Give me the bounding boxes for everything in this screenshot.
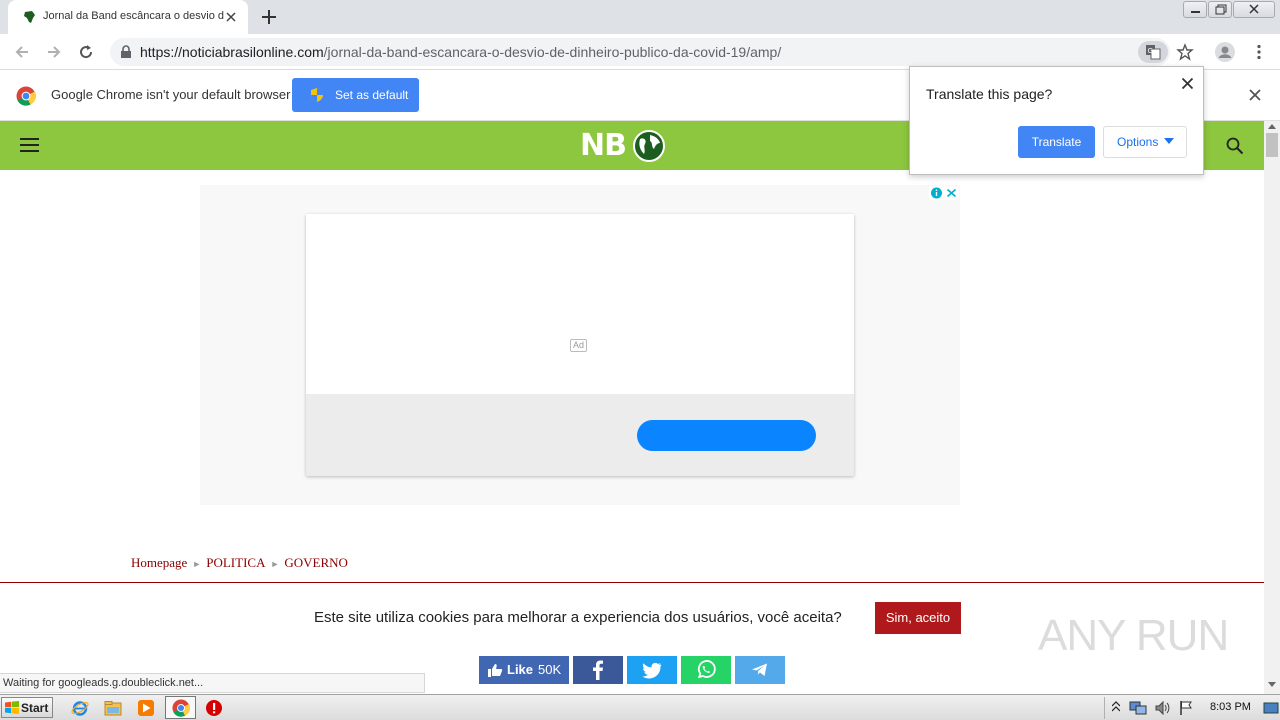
infobar-close-icon[interactable] [1248, 88, 1262, 102]
breadcrumb-separator-icon: ► [192, 559, 202, 569]
ad-cta-button[interactable] [637, 420, 816, 451]
internet-explorer-icon[interactable] [71, 699, 89, 717]
telegram-icon [752, 663, 767, 676]
chrome-icon [172, 699, 190, 717]
globe-icon [633, 130, 665, 162]
action-center-flag-icon[interactable] [1178, 700, 1194, 716]
menu-kebab-icon[interactable] [1250, 43, 1268, 61]
start-button[interactable]: Start [1, 697, 53, 718]
scroll-down-icon[interactable] [1268, 682, 1276, 687]
tab-close-icon[interactable] [224, 10, 238, 24]
translate-options-button[interactable]: Options [1103, 126, 1187, 158]
network-icon[interactable] [1129, 700, 1147, 716]
whatsapp-icon [697, 660, 716, 679]
ad-creative-area: Ad [306, 214, 854, 394]
share-twitter-button[interactable] [627, 656, 677, 684]
like-label: Like [507, 662, 534, 677]
tab-title: Jornal da Band escâncara o desvio d [43, 10, 225, 22]
url-path: /jornal-da-band-escancara-o-desvio-de-di… [323, 44, 782, 60]
divider [0, 582, 1264, 583]
system-tray: 8:03 PM [1104, 697, 1280, 719]
tab-strip: Jornal da Band escâncara o desvio d [0, 0, 1280, 34]
web-page: NB Ad Homepage ► POLITICA ► GOVERNO Este sit [0, 121, 1264, 694]
breadcrumb-homepage[interactable]: Homepage [131, 555, 187, 570]
url-text: https://noticiabrasilonline.com/jornal-d… [140, 44, 781, 60]
reload-icon[interactable] [77, 43, 95, 61]
back-arrow-icon[interactable] [13, 43, 31, 61]
lock-icon[interactable] [120, 45, 132, 59]
cookie-message: Este site utiliza cookies para melhorar … [314, 609, 842, 626]
restore-button[interactable] [1208, 1, 1232, 18]
browser-toolbar: https://noticiabrasilonline.com/jornal-d… [0, 34, 1280, 70]
browser-tab[interactable]: Jornal da Band escâncara o desvio d [8, 0, 248, 34]
page-scrollbar[interactable] [1264, 121, 1280, 694]
taskbar-chrome-button[interactable] [165, 696, 196, 719]
ad-label: Ad [570, 339, 588, 352]
scroll-up-icon[interactable] [1268, 124, 1276, 129]
share-telegram-button[interactable] [735, 656, 785, 684]
volume-icon[interactable] [1154, 700, 1170, 716]
anyrun-watermark: ANY RUN [1038, 611, 1229, 660]
translate-button[interactable]: Translate [1018, 126, 1095, 158]
stop-sign-app-icon[interactable] [205, 699, 223, 717]
bookmark-star-icon[interactable] [1176, 43, 1194, 61]
cookie-accept-button[interactable]: Sim, aceito [875, 602, 961, 634]
uac-shield-icon [311, 88, 323, 102]
hamburger-menu-icon[interactable] [20, 137, 40, 153]
windows-taskbar: Start 8:03 PM [0, 694, 1280, 720]
adchoices-icon[interactable] [929, 186, 959, 200]
brazil-map-favicon-icon [24, 11, 35, 23]
share-facebook-button[interactable] [573, 656, 623, 684]
translate-close-icon[interactable] [1181, 77, 1194, 90]
show-hidden-icons-icon[interactable] [1112, 701, 1120, 713]
minimize-button[interactable] [1183, 1, 1207, 18]
thumbs-up-icon [488, 664, 503, 677]
address-bar[interactable]: https://noticiabrasilonline.com/jornal-d… [110, 38, 1194, 66]
translate-popup: Translate this page? Translate Options [909, 66, 1204, 175]
ad-card[interactable]: Ad [306, 214, 854, 476]
new-tab-icon[interactable] [260, 8, 278, 26]
facebook-like-button[interactable]: Like 50K [479, 656, 569, 684]
ad-container: Ad [200, 185, 960, 505]
chrome-logo-icon [16, 86, 36, 106]
svg-text:G: G [1148, 47, 1153, 55]
clock: 8:03 PM [1210, 701, 1251, 713]
breadcrumb-politica[interactable]: POLITICA [206, 555, 265, 570]
search-icon[interactable] [1226, 137, 1244, 155]
file-explorer-icon[interactable] [104, 699, 122, 717]
twitter-bird-icon [642, 662, 662, 679]
breadcrumb-governo[interactable]: GOVERNO [284, 555, 348, 570]
translate-icon[interactable]: G [1138, 41, 1168, 63]
url-domain: https://noticiabrasilonline.com [140, 44, 324, 60]
windows-flag-icon [5, 701, 19, 714]
start-label: Start [21, 701, 49, 715]
status-bar: Waiting for googleads.g.doubleclick.net.… [0, 673, 425, 693]
options-label: Options [1117, 135, 1159, 149]
like-count: 50K [538, 662, 562, 677]
chevron-down-icon [1164, 138, 1174, 144]
close-window-button[interactable] [1233, 1, 1275, 18]
show-desktop-icon[interactable] [1263, 701, 1279, 715]
logo-text: NB [580, 128, 627, 163]
set-as-default-button[interactable]: Set as default [292, 78, 419, 112]
profile-avatar-icon[interactable] [1215, 42, 1235, 62]
set-as-default-label: Set as default [335, 88, 409, 102]
facebook-icon [593, 660, 603, 680]
translate-question: Translate this page? [926, 86, 1053, 102]
breadcrumb: Homepage ► POLITICA ► GOVERNO [131, 555, 348, 571]
forward-arrow-icon[interactable] [45, 43, 63, 61]
breadcrumb-separator-icon: ► [270, 559, 280, 569]
infobar-message: Google Chrome isn't your default browser [51, 87, 291, 102]
media-player-icon[interactable] [137, 699, 155, 717]
share-whatsapp-button[interactable] [681, 656, 731, 684]
scroll-thumb[interactable] [1266, 133, 1278, 157]
